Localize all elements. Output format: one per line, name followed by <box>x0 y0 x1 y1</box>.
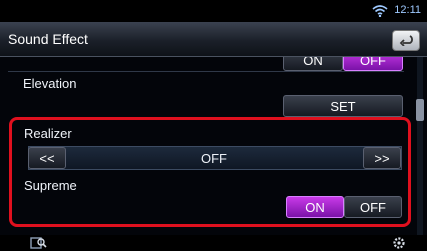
top-on-button[interactable]: ON <box>283 57 343 71</box>
title-bar: Sound Effect <box>0 22 427 57</box>
divider <box>8 71 404 72</box>
wifi-icon <box>372 5 388 17</box>
settings-icon[interactable] <box>390 236 408 250</box>
realizer-prev-button[interactable]: << <box>28 147 66 169</box>
supreme-label: Supreme <box>24 178 77 193</box>
elevation-set-button[interactable]: SET <box>283 95 403 117</box>
scrollbar-thumb[interactable] <box>416 99 424 121</box>
realizer-value: OFF <box>201 151 227 166</box>
top-off-button[interactable]: OFF <box>343 57 403 71</box>
realizer-label: Realizer <box>24 126 72 141</box>
search-icon[interactable] <box>30 236 48 250</box>
page-title: Sound Effect <box>8 31 88 47</box>
bottom-bar <box>0 235 427 251</box>
supreme-off-button[interactable]: OFF <box>344 196 402 218</box>
realizer-next-button[interactable]: >> <box>363 147 401 169</box>
status-bar: 12:11 <box>0 0 427 22</box>
elevation-label: Elevation <box>23 76 77 91</box>
clock: 12:11 <box>394 4 421 16</box>
scrollbar-track[interactable] <box>417 57 423 235</box>
back-arrow-icon <box>399 35 413 46</box>
back-button[interactable] <box>392 30 420 51</box>
supreme-on-button[interactable]: ON <box>286 196 344 218</box>
